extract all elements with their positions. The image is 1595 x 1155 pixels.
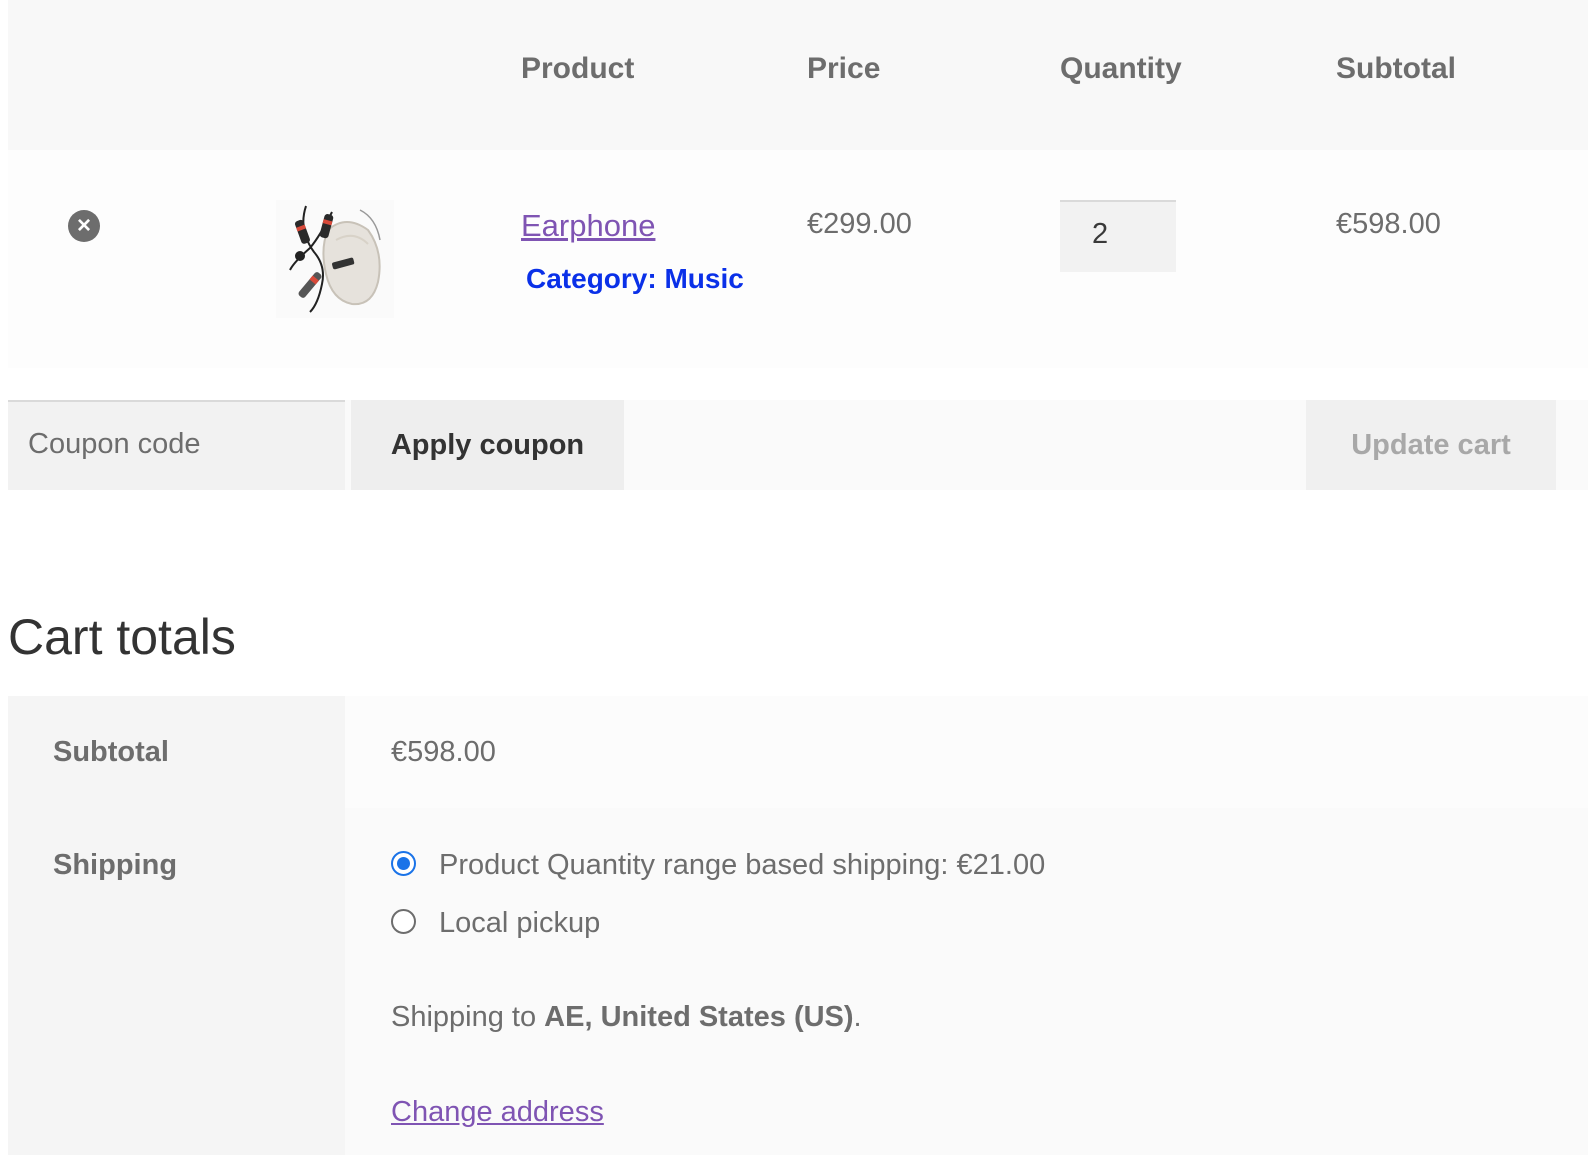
header-price: Price [807, 52, 881, 85]
earphone-product-image[interactable] [276, 200, 394, 318]
shipping-destination-location: AE, United States (US) [544, 1001, 854, 1033]
shipping-option-label-local-pickup[interactable]: Local pickup [439, 907, 600, 940]
subtotal-value: €598.00 [391, 736, 496, 768]
shipping-option-radio-local-pickup[interactable] [391, 909, 416, 934]
coupon-code-input[interactable]: Coupon code [8, 400, 345, 490]
subtotal-label: Subtotal [53, 736, 169, 768]
header-product: Product [521, 52, 635, 85]
shipping-destination: Shipping to AE, United States (US). [391, 1001, 862, 1034]
product-category: Category: Music [526, 263, 744, 294]
cart-totals-title: Cart totals [8, 609, 236, 665]
product-name-link[interactable]: Earphone [521, 208, 655, 244]
shipping-option-label-quantity-range[interactable]: Product Quantity range based shipping: €… [439, 849, 1045, 882]
shipping-option-radio-quantity-range[interactable] [391, 851, 416, 876]
subtotal-value-cell [345, 696, 1588, 808]
close-circle-icon[interactable]: × [68, 210, 100, 242]
cart-table-header: Product Price Quantity Subtotal [8, 0, 1588, 150]
product-price: €299.00 [807, 208, 912, 240]
change-address-link[interactable]: Change address [391, 1096, 604, 1129]
quantity-input[interactable]: 2 [1060, 200, 1176, 272]
cart-actions: Coupon code Apply coupon Update cart [8, 400, 1588, 490]
shipping-destination-prefix: Shipping to [391, 1001, 545, 1033]
header-subtotal: Subtotal [1336, 52, 1456, 85]
shipping-destination-suffix: . [853, 1001, 862, 1033]
apply-coupon-button[interactable]: Apply coupon [351, 400, 624, 490]
cart-item-row: × Earphone Category: Music €299.00 2 €59… [8, 150, 1588, 368]
update-cart-button[interactable]: Update cart [1306, 400, 1556, 490]
cart-totals-table: Subtotal €598.00 Shipping Product Quanti… [8, 696, 1588, 1155]
header-quantity: Quantity [1060, 52, 1182, 85]
item-subtotal: €598.00 [1336, 208, 1441, 240]
shipping-label: Shipping [53, 849, 178, 881]
